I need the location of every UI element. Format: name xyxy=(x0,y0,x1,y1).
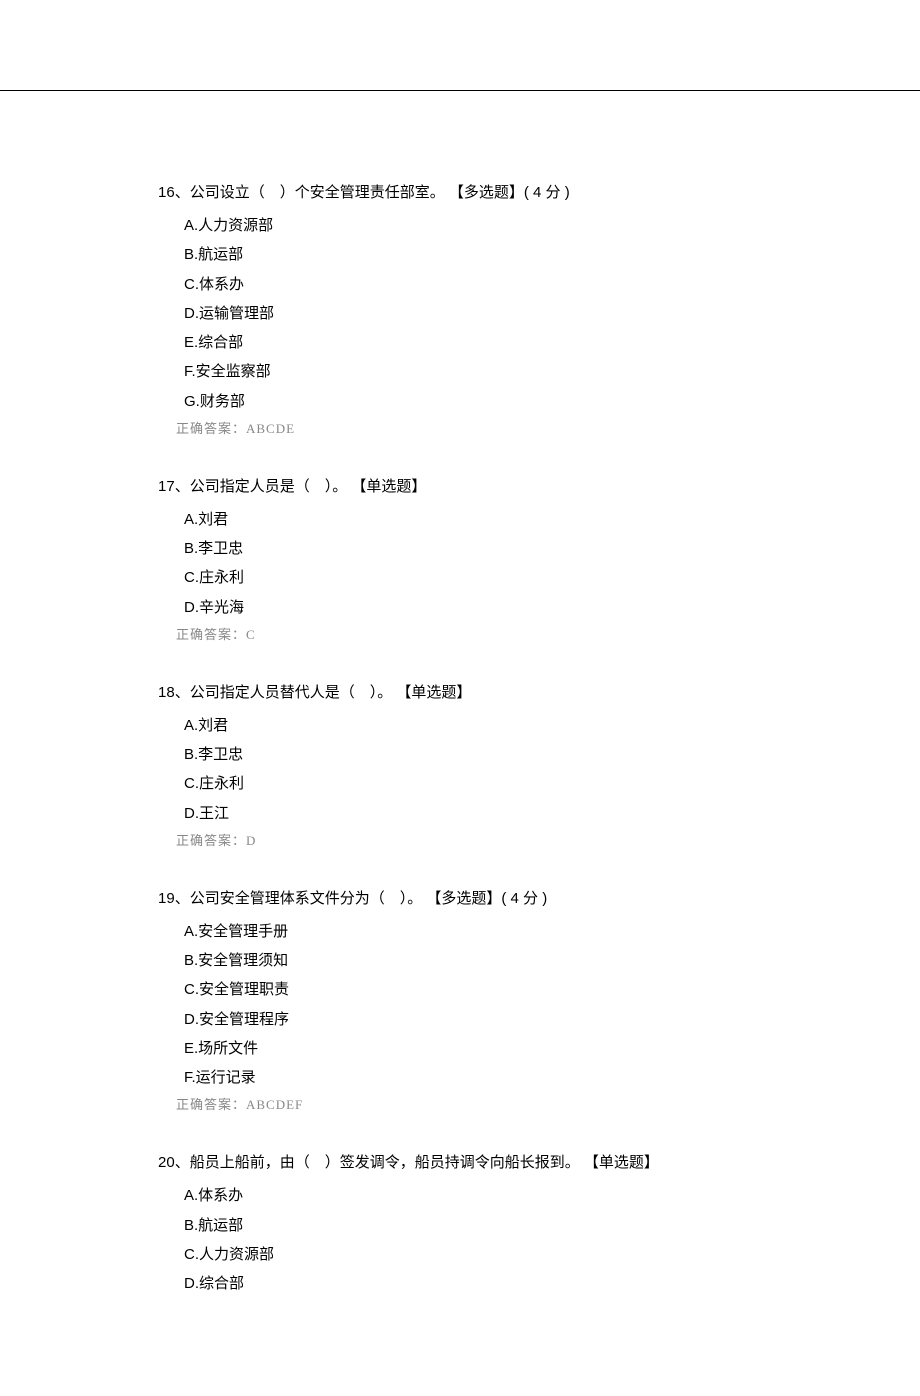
question-number: 18 xyxy=(158,684,175,701)
option-d: D.运输管理部 xyxy=(184,299,790,328)
option-g: G.财务部 xyxy=(184,387,790,416)
question-header: 17、公司指定人员是（ ）。 【单选题】 xyxy=(158,475,790,499)
option-d: D.王江 xyxy=(184,799,790,828)
question-text: 、公司安全管理体系文件分为（ ）。 【多选题】( 4 分 ) xyxy=(175,890,548,907)
option-f: F.运行记录 xyxy=(184,1063,790,1092)
option-a: A.刘君 xyxy=(184,505,790,534)
option-c: C.庄永利 xyxy=(184,769,790,798)
question-text: 、公司设立（ ）个安全管理责任部室。 【多选题】( 4 分 ) xyxy=(175,184,570,201)
options-list: A.体系办 B.航运部 C.人力资源部 D.综合部 xyxy=(158,1181,790,1298)
option-b: B.李卫忠 xyxy=(184,740,790,769)
options-list: A.安全管理手册 B.安全管理须知 C.安全管理职责 D.安全管理程序 E.场所… xyxy=(158,917,790,1093)
option-b: B.航运部 xyxy=(184,240,790,269)
question-header: 18、公司指定人员替代人是（ ）。 【单选题】 xyxy=(158,681,790,705)
correct-answer: 正确答案：D xyxy=(158,830,790,849)
question-header: 20、船员上船前，由（ ）签发调令，船员持调令向船长报到。 【单选题】 xyxy=(158,1151,790,1175)
question-17: 17、公司指定人员是（ ）。 【单选题】 A.刘君 B.李卫忠 C.庄永利 D.… xyxy=(158,475,790,643)
page-content: 16、公司设立（ ）个安全管理责任部室。 【多选题】( 4 分 ) A.人力资源… xyxy=(0,90,920,1396)
option-d: D.综合部 xyxy=(184,1269,790,1298)
option-c: C.体系办 xyxy=(184,270,790,299)
options-list: A.刘君 B.李卫忠 C.庄永利 D.王江 xyxy=(158,711,790,828)
question-18: 18、公司指定人员替代人是（ ）。 【单选题】 A.刘君 B.李卫忠 C.庄永利… xyxy=(158,681,790,849)
option-e: E.综合部 xyxy=(184,328,790,357)
options-list: A.人力资源部 B.航运部 C.体系办 D.运输管理部 E.综合部 F.安全监察… xyxy=(158,211,790,416)
question-number: 16 xyxy=(158,184,175,201)
option-b: B.李卫忠 xyxy=(184,534,790,563)
question-text: 、船员上船前，由（ ）签发调令，船员持调令向船长报到。 【单选题】 xyxy=(175,1154,659,1171)
option-d: D.安全管理程序 xyxy=(184,1005,790,1034)
option-b: B.航运部 xyxy=(184,1211,790,1240)
options-list: A.刘君 B.李卫忠 C.庄永利 D.辛光海 xyxy=(158,505,790,622)
question-number: 20 xyxy=(158,1154,175,1171)
question-header: 19、公司安全管理体系文件分为（ ）。 【多选题】( 4 分 ) xyxy=(158,887,790,911)
question-20: 20、船员上船前，由（ ）签发调令，船员持调令向船长报到。 【单选题】 A.体系… xyxy=(158,1151,790,1298)
option-a: A.安全管理手册 xyxy=(184,917,790,946)
option-e: E.场所文件 xyxy=(184,1034,790,1063)
option-c: C.庄永利 xyxy=(184,563,790,592)
option-f: F.安全监察部 xyxy=(184,357,790,386)
question-text: 、公司指定人员替代人是（ ）。 【单选题】 xyxy=(175,684,472,701)
question-number: 19 xyxy=(158,890,175,907)
option-d: D.辛光海 xyxy=(184,593,790,622)
correct-answer: 正确答案：C xyxy=(158,624,790,643)
question-text: 、公司指定人员是（ ）。 【单选题】 xyxy=(175,478,427,495)
correct-answer: 正确答案：ABCDE xyxy=(158,418,790,437)
option-c: C.人力资源部 xyxy=(184,1240,790,1269)
option-b: B.安全管理须知 xyxy=(184,946,790,975)
option-a: A.刘君 xyxy=(184,711,790,740)
correct-answer: 正确答案：ABCDEF xyxy=(158,1094,790,1113)
option-a: A.体系办 xyxy=(184,1181,790,1210)
question-number: 17 xyxy=(158,478,175,495)
question-header: 16、公司设立（ ）个安全管理责任部室。 【多选题】( 4 分 ) xyxy=(158,181,790,205)
question-19: 19、公司安全管理体系文件分为（ ）。 【多选题】( 4 分 ) A.安全管理手… xyxy=(158,887,790,1114)
option-a: A.人力资源部 xyxy=(184,211,790,240)
question-16: 16、公司设立（ ）个安全管理责任部室。 【多选题】( 4 分 ) A.人力资源… xyxy=(158,181,790,437)
option-c: C.安全管理职责 xyxy=(184,975,790,1004)
